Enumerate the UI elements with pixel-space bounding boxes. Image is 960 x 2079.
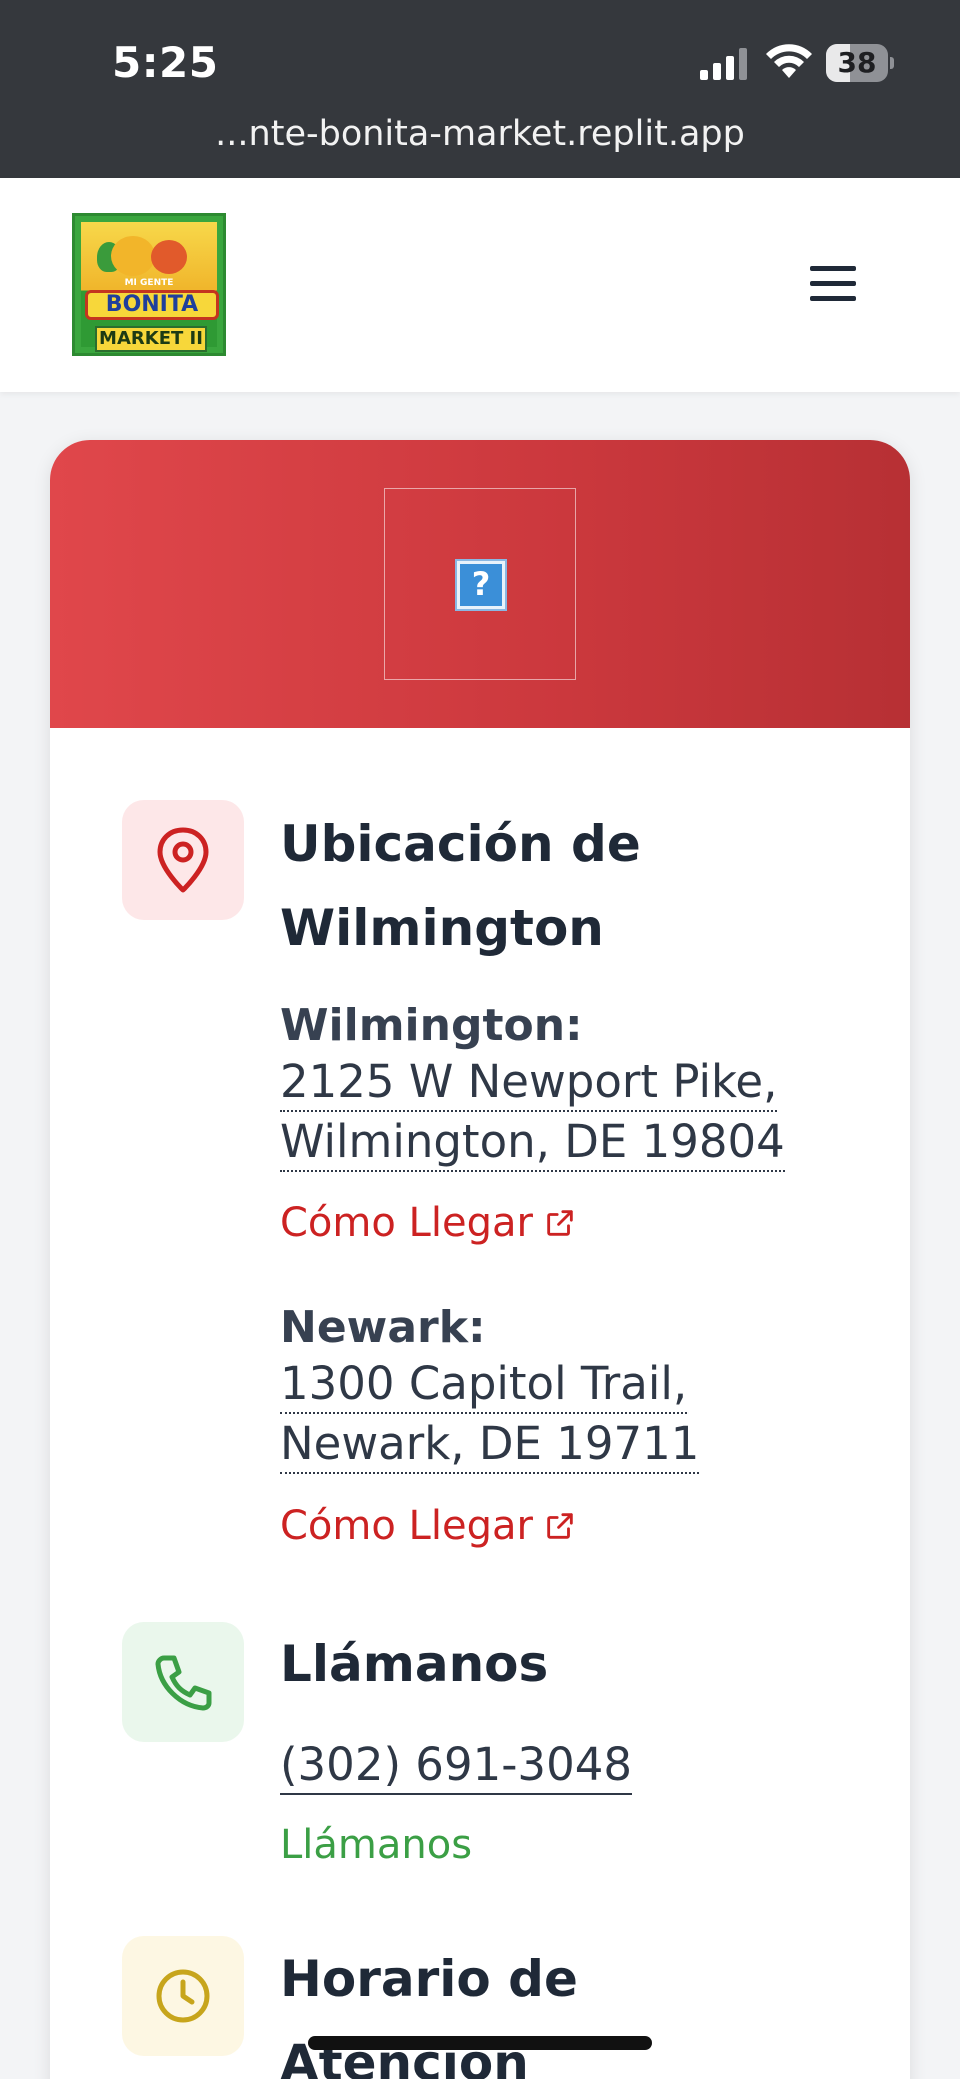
- cellular-signal-icon: [700, 48, 747, 80]
- call-title: Llámanos: [280, 1635, 549, 1693]
- clock-icon: [156, 1969, 210, 2023]
- phone-number-link[interactable]: (302) 691-3048: [280, 1738, 632, 1795]
- wifi-icon: [766, 44, 812, 78]
- directions-link-newark[interactable]: Cómo Llegar: [280, 1503, 577, 1549]
- location-pin-icon-box: [122, 800, 244, 920]
- hamburger-menu-icon[interactable]: [810, 264, 858, 304]
- browser-top-bar: 5:25 38 ...nte-bonita-market.replit.app: [0, 0, 960, 178]
- battery-percent: 38: [837, 46, 877, 79]
- battery-icon: 38: [826, 44, 894, 82]
- card-header-banner: ?: [50, 440, 910, 728]
- address-bar-url[interactable]: ...nte-bonita-market.replit.app: [0, 114, 960, 154]
- location-pin-icon: [157, 827, 209, 893]
- store-label-wilmington: Wilmington:: [280, 1000, 583, 1051]
- external-link-icon: [547, 1210, 573, 1236]
- external-link-icon: [547, 1513, 573, 1539]
- hours-title: Horario de Atención: [280, 1950, 578, 2079]
- status-time: 5:25: [112, 38, 219, 87]
- clock-icon-box: [122, 1936, 244, 2056]
- phone-icon-box: [122, 1622, 244, 1742]
- address-wilmington[interactable]: 2125 W Newport Pike, Wilmington, DE 1980…: [280, 1052, 785, 1172]
- home-indicator[interactable]: [308, 2036, 652, 2050]
- broken-image-icon: ?: [455, 559, 507, 611]
- call-link[interactable]: Llámanos: [280, 1822, 472, 1868]
- contact-card: ? Ubicación de Wilmington Wilmington: 21…: [50, 440, 910, 2079]
- broken-image-frame: ?: [384, 488, 576, 680]
- address-newark[interactable]: 1300 Capitol Trail, Newark, DE 19711: [280, 1354, 700, 1474]
- store-logo[interactable]: MI GENTE BONITA MARKET II: [72, 213, 226, 356]
- phone-icon: [155, 1655, 212, 1711]
- directions-link-wilmington[interactable]: Cómo Llegar: [280, 1200, 577, 1246]
- location-title: Ubicación de Wilmington: [280, 815, 641, 957]
- store-label-newark: Newark:: [280, 1302, 486, 1353]
- site-header: MI GENTE BONITA MARKET II: [0, 178, 960, 392]
